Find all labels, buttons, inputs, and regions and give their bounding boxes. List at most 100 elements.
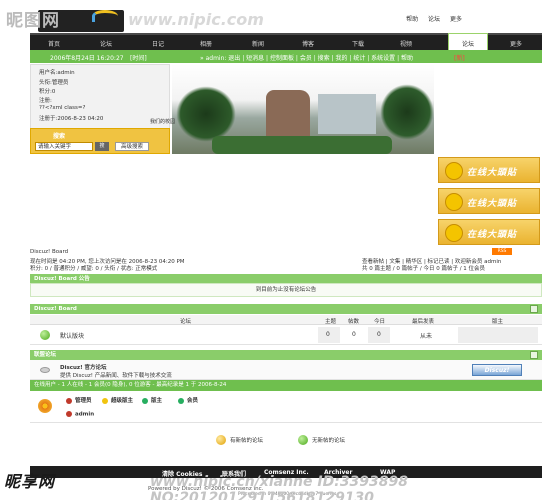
- rss-badge[interactable]: RSS: [492, 248, 512, 255]
- panel-line-0: 用户名:admin: [39, 70, 75, 76]
- links-bar-title: 联盟论坛: [34, 352, 57, 358]
- nav-item-4[interactable]: 新闻: [252, 39, 264, 48]
- status-datetime: 2006年8月24日 16:20:27: [50, 55, 124, 62]
- legend-new: 有新帖的论坛: [230, 438, 264, 444]
- forum-row[interactable]: 默认版块 0 0 0 从未: [30, 325, 542, 345]
- collapse-icon[interactable]: [530, 351, 538, 359]
- links-bar: 联盟论坛: [30, 350, 542, 360]
- watermark-bottom-logo: 昵享网: [4, 472, 56, 491]
- top-menu: 帮助 论坛 更多: [398, 14, 462, 23]
- link-row: Discuz! 官方论坛 提供 Discuz! 产品新闻、软件下载与技术交流 D…: [30, 360, 542, 380]
- forum-posts: 0: [352, 331, 356, 338]
- legend-none: 无新帖的论坛: [312, 438, 346, 444]
- header-topics: 主题: [325, 319, 337, 325]
- nav-item-5[interactable]: 博客: [302, 39, 314, 48]
- header-posts: 帖数: [348, 319, 360, 325]
- no-new-posts-icon: [298, 435, 308, 445]
- smiley-icon: [445, 162, 463, 180]
- building: [318, 94, 376, 134]
- discuz-logo-button[interactable]: Discuz!: [472, 364, 522, 376]
- online-user-1[interactable]: 超级版主: [102, 396, 133, 404]
- promo-button-1[interactable]: 在线大頭貼: [438, 157, 540, 183]
- announcement-title: Discuz! Board 公告: [34, 276, 90, 282]
- collapse-icon[interactable]: [530, 305, 538, 313]
- main-nav: 首页 论坛 日记 相册 新闻 博客 下载 视频 论坛 更多: [30, 33, 542, 52]
- moderator-cell: [458, 327, 538, 343]
- online-flower-icon: [38, 399, 52, 413]
- user-dot-icon: [178, 397, 184, 404]
- campus-photo: [172, 64, 434, 154]
- promo-label: 在线大頭貼: [467, 199, 518, 209]
- smiley-icon: [445, 193, 463, 211]
- status-clock[interactable]: [时间]: [130, 53, 147, 62]
- forum-bar-title: Discuz! Board: [34, 306, 77, 312]
- watermark-logo: 昵图网: [6, 11, 60, 31]
- user-dot-icon: [102, 397, 108, 404]
- panel-line-4: ??<?xml class=?: [39, 105, 86, 111]
- panel-line-3: 注册:: [39, 98, 52, 104]
- link-desc: 提供 Discuz! 产品新闻、软件下载与技术交流: [60, 373, 172, 379]
- status-user-links[interactable]: » admin: 退出 | 短消息 | 控制面板 | 会员 | 搜索 | 我的 …: [200, 53, 413, 62]
- header-forum: 论坛: [180, 319, 192, 325]
- forum-today: 0: [377, 331, 381, 338]
- info-stats: 共 0 篇主题 / 0 篇帖子 / 今日 0 篇帖子 / 1 位会员: [362, 266, 486, 272]
- pine-tree-right: [380, 84, 434, 140]
- announcement-content: 到目前为止没有论坛公告: [30, 283, 542, 297]
- promo-button-3[interactable]: 在线大頭貼: [438, 219, 540, 245]
- page-margin: [0, 0, 30, 500]
- online-user-0[interactable]: 管理员: [66, 396, 92, 404]
- watermark-bottom-url: www.nipic.cn/xianne ID:3393898 NO:201201…: [150, 474, 409, 500]
- status-new[interactable]: [新]: [454, 53, 465, 62]
- forum-table-header: 论坛 主题 帖数 今日 最后发表 版主: [30, 315, 542, 325]
- pine-tree-left: [176, 86, 236, 142]
- header-moderator: 版主: [492, 319, 504, 325]
- forum-status-icon: [40, 330, 50, 340]
- nav-item-6[interactable]: 下载: [352, 39, 364, 48]
- forum-name[interactable]: 默认版块: [60, 331, 84, 340]
- smiley-icon: [445, 224, 463, 242]
- new-posts-icon: [216, 435, 226, 445]
- top-menu-more[interactable]: 更多: [450, 16, 462, 23]
- info-credits: 积分: 0 / 普通积分 / 威望: 0 / 头衔 / 状态: 正常模式: [30, 266, 158, 272]
- link-icon: [40, 367, 50, 373]
- search-label: 搜索: [53, 133, 66, 140]
- user-panel: 用户名:admin 头衔:管理员 积分:0 注册: ??<?xml class=…: [30, 64, 170, 132]
- header-last-post: 最后发表: [412, 319, 435, 325]
- promo-button-2[interactable]: 在线大頭貼: [438, 188, 540, 214]
- forum-bar: Discuz! Board: [30, 304, 542, 314]
- forum-last-post: 从未: [420, 333, 433, 340]
- nav-item-1[interactable]: 论坛: [100, 39, 112, 48]
- logo-swoosh-icon: [92, 10, 118, 22]
- user-dot-icon: [142, 397, 148, 404]
- link-title[interactable]: Discuz! 官方论坛: [60, 363, 107, 371]
- watermark-url: www.nipic.com: [128, 10, 264, 29]
- promo-label: 在线大頭貼: [467, 230, 518, 240]
- nav-item-0[interactable]: 首页: [48, 39, 60, 48]
- top-menu-help[interactable]: 帮助: [406, 16, 418, 23]
- online-user-4[interactable]: admin: [66, 411, 94, 418]
- breadcrumb[interactable]: Discuz! Board: [30, 249, 68, 255]
- header-today: 今日: [374, 319, 386, 325]
- user-dot-icon: [66, 411, 72, 417]
- panel-line-5: 注册于:2006-8-23 04:20: [39, 116, 104, 122]
- panel-line-1: 头衔:管理员: [39, 80, 69, 86]
- photo-caption: 我们的校园: [150, 119, 176, 125]
- search-box: 搜索 请输入关键字 搜 高级搜索: [30, 128, 170, 154]
- online-bar: 在线用户 - 1 人在线 - 1 会员(0 隐身), 0 位游客 - 最高纪录是…: [30, 380, 542, 391]
- promo-label: 在线大頭貼: [467, 168, 518, 178]
- search-button[interactable]: 搜: [95, 142, 109, 151]
- hedge: [212, 136, 392, 154]
- nav-item-7[interactable]: 视频: [400, 39, 412, 48]
- search-input[interactable]: 请输入关键字: [35, 142, 93, 151]
- online-user-3[interactable]: 会员: [178, 396, 198, 404]
- status-bar: 2006年8月24日 16:20:27 [时间] » admin: 退出 | 短…: [30, 50, 542, 63]
- user-dot-icon: [66, 397, 72, 404]
- nav-item-more[interactable]: 更多: [510, 39, 522, 48]
- top-menu-forum[interactable]: 论坛: [428, 16, 440, 23]
- advanced-search-button[interactable]: 高级搜索: [115, 142, 149, 151]
- online-users: 管理员 超级版主 版主 会员 admin: [30, 391, 542, 423]
- nav-item-2[interactable]: 日记: [152, 39, 164, 48]
- panel-line-2: 积分:0: [39, 89, 56, 95]
- online-user-2[interactable]: 版主: [142, 396, 162, 404]
- nav-item-3[interactable]: 相册: [200, 39, 212, 48]
